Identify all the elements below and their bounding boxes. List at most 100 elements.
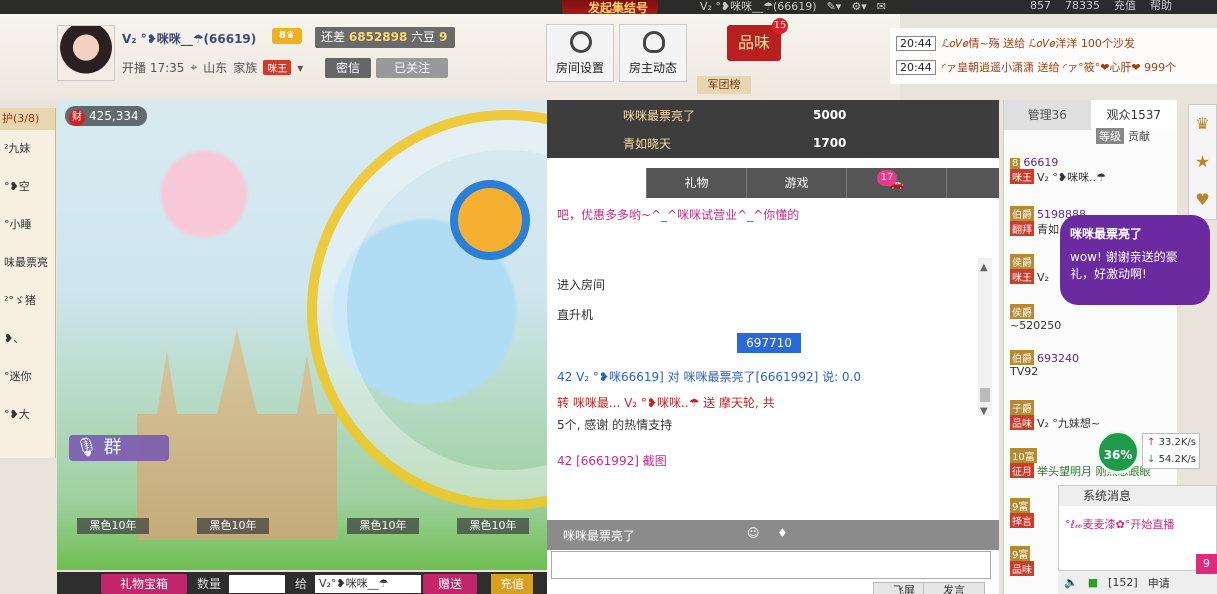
gift-box-button[interactable]: 礼物宝箱 (101, 574, 187, 594)
unread-badge[interactable]: 9 (1196, 554, 1217, 574)
send-message-button[interactable]: 发言 (923, 582, 985, 594)
host-dynamic-button[interactable]: 房主动态 (619, 24, 687, 82)
anchor-avatar[interactable] (57, 25, 115, 81)
tab-gifts[interactable]: 礼物 (647, 168, 747, 198)
audience-tabs: 管理36 观众1537 (1004, 100, 1177, 130)
chat-panel: 咪咪最票亮了 5000 青如晓天 1700 礼物 游戏 🚗 17 吧，优惠多多哟… (547, 100, 999, 594)
gift-target-select[interactable]: V₂°❥咪咪__☂ (315, 575, 421, 593)
help-link[interactable]: 帮助 (1150, 0, 1172, 14)
emoji-icon[interactable]: ☺ (747, 526, 760, 540)
rank-bar: 咪咪最票亮了 5000 青如晓天 1700 (547, 100, 999, 158)
side-tool-column: ♛ ★ ♥ (1188, 104, 1217, 220)
mic-slot-tag: 黑色10年 (197, 518, 269, 534)
sort-contrib[interactable]: 贡献 (1128, 128, 1150, 144)
video-stream[interactable]: 财 425,334 🎙 群 黑色10年 黑色10年 黑色10年 黑色10年 (57, 100, 547, 570)
recharge-button[interactable]: 充值 (491, 574, 533, 594)
system-message-text: °ℓ𝓌麦麦漆✿°开始直播 (1065, 518, 1175, 531)
gear-icon[interactable]: ⚙▾ (851, 1, 866, 13)
user-icon (643, 31, 665, 53)
tab-viewers[interactable]: 观众1537 (1090, 100, 1177, 130)
crown-icon[interactable]: ♛ (1189, 105, 1216, 143)
audience-user[interactable]: 9富 择言 (1010, 498, 1037, 528)
tab-games[interactable]: 游戏 (747, 168, 847, 198)
audience-user[interactable]: 侯爵 ~520250 (1010, 304, 1061, 332)
follow-button[interactable]: 已关注 (376, 58, 448, 78)
mail-icon[interactable]: ✉ (877, 1, 886, 13)
quantity-label: 数量 (197, 577, 222, 591)
audience-user[interactable]: 9富 品味 (1010, 546, 1037, 576)
vip-icon[interactable]: ♦ (777, 526, 788, 540)
guard-item[interactable]: ²°ゞ猪 (0, 282, 55, 320)
room-settings-button[interactable]: 房间设置 (546, 24, 614, 82)
broadcast-time: 开播 17:35 (122, 61, 185, 75)
rank-amount: 1700 (813, 136, 847, 150)
sort-level[interactable]: 等级 (1096, 128, 1124, 144)
scroll-down-icon[interactable]: ▼ (980, 406, 988, 417)
bubble-text: wow! 谢谢亲送的豪礼，好激动啊! (1070, 250, 1178, 281)
guard-item[interactable]: °❥大 (0, 396, 55, 434)
chat-tabs: 礼物 游戏 🚗 (547, 168, 999, 198)
to-label: 给 (295, 577, 308, 591)
bean-count: 78335 (1065, 0, 1100, 12)
tab-chat[interactable] (547, 168, 647, 198)
ferris-wheel-gift-animation (307, 110, 547, 510)
mic-slot-tag: 黑色10年 (77, 518, 149, 534)
top-user-info: V₂ °❥咪咪__☂(66619) ✎▾ ⚙▾ ✉ (700, 0, 886, 14)
network-speed-indicator[interactable]: 36% (1096, 430, 1140, 474)
guard-item[interactable]: ²九妹 (0, 130, 55, 168)
guard-item[interactable]: ❥、 (0, 320, 55, 358)
gear-icon (570, 31, 592, 53)
online-count: [152] (1108, 576, 1138, 589)
family-label: 家族 (233, 61, 258, 75)
top-username[interactable]: V₂ °❥咪咪__☂(66619) (700, 1, 817, 13)
army-ranking-tab[interactable]: 军团榜 (697, 76, 751, 94)
chat-input-toolbar: 咪咪最票亮了 ☺ ♦ (547, 520, 999, 550)
mic-slot-tag: 黑色10年 (347, 518, 419, 534)
star-icon[interactable]: ★ (1189, 143, 1216, 181)
scroll-up-icon[interactable]: ▲ (980, 262, 988, 273)
chat-target-user[interactable]: 咪咪最票亮了 (563, 527, 635, 544)
send-gift-button[interactable]: 赠送 (423, 574, 477, 594)
volume-icon[interactable]: 🔈 (1064, 576, 1078, 589)
quantity-input[interactable] (229, 575, 285, 593)
family-tag[interactable]: 咪王 (263, 60, 292, 75)
audience-user[interactable]: 8 66619 咪王 V₂ °❥咪咪..☂ (1010, 156, 1106, 185)
notice-row: 20:44 ◜ァ皇朝逍遥小潇潇 送给 ◜ァ°筱°❤心肝❤ 999个 (896, 58, 1176, 76)
recharge-link[interactable]: 充值 (1114, 0, 1136, 14)
audience-sort: 等级 贡献 (1096, 128, 1150, 144)
audience-user[interactable]: 伯爵 693240 TV92 (1010, 350, 1079, 378)
tab-car[interactable]: 🚗 (847, 168, 947, 198)
system-footer: 🔈 ■ [152] 申请 (1058, 571, 1217, 594)
wealth-icon: 财 (69, 110, 85, 126)
tab-admin[interactable]: 管理36 (1004, 100, 1091, 130)
heart-icon[interactable]: ♥ (1189, 181, 1216, 219)
ferris-wheel-hub (450, 180, 530, 260)
gift-bar: 礼物宝箱 数量 给 V₂°❥咪咪__☂ 赠送 充值 (57, 572, 547, 594)
chevron-down-icon[interactable]: ▾ (297, 61, 303, 75)
scroll-thumb[interactable] (980, 388, 990, 402)
mic-group-tag[interactable]: 🎙 群 (69, 435, 169, 461)
rank-name[interactable]: 青如晓天 (623, 135, 671, 152)
chat-input[interactable] (551, 551, 991, 579)
guard-item[interactable]: °迷你 (0, 358, 55, 396)
top-currency: 857 78335 充值 帮助 (1030, 0, 1172, 14)
audience-user[interactable]: 子爵 品味 V₂ °九妹想~ (1010, 400, 1100, 431)
system-message-panel: 系统消息 °ℓ𝓌麦麦漆✿°开始直播 (1058, 485, 1217, 571)
chat-message: 吧，优惠多多哟~^_^咪咪试营业^_^你懂的 (557, 208, 800, 222)
car-count-badge: 17 (877, 170, 897, 186)
chat-scrollbar[interactable]: ▲ ▼ (978, 258, 992, 417)
mic-slot-tag: 黑色10年 (457, 518, 529, 534)
chat-message: 直升机 (557, 308, 594, 322)
rank-name[interactable]: 咪咪最票亮了 (623, 107, 695, 124)
guard-item[interactable]: 味最票亮 (0, 244, 55, 282)
edit-icon[interactable]: ✎▾ (827, 1, 842, 13)
audience-user[interactable]: 侯爵 咪王 V₂ (1010, 254, 1049, 284)
guard-item[interactable]: °❥空 (0, 168, 55, 206)
secret-message-button[interactable]: 密信 (325, 58, 371, 78)
network-speed-box: ↑ 33.2K/s ↓ 54.2K/s (1142, 433, 1200, 469)
apply-button[interactable]: 申请 (1148, 575, 1170, 591)
number-badge: 697710 (737, 333, 801, 353)
rank-amount: 5000 (813, 108, 847, 122)
guard-item[interactable]: °小睡 (0, 206, 55, 244)
wealth-badge: 财 425,334 (65, 106, 147, 126)
